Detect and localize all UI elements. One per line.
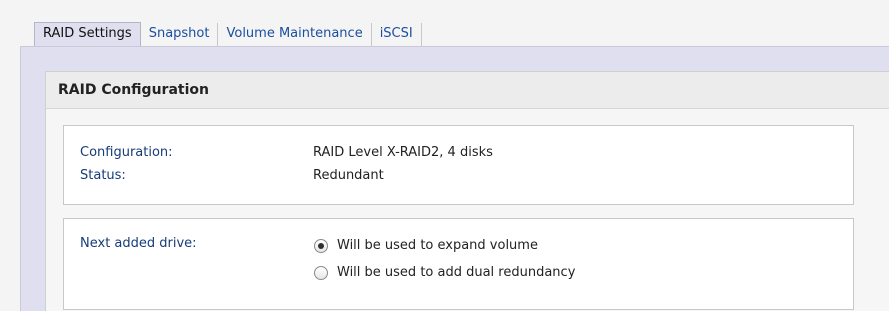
expand-volume-label: Will be used to expand volume (337, 238, 538, 253)
configuration-value: RAID Level X-RAID2, 4 disks (313, 145, 493, 160)
configuration-box: Configuration: RAID Level X-RAID2, 4 dis… (63, 125, 854, 205)
dual-redundancy-label: Will be used to add dual redundancy (337, 265, 576, 280)
tab-volume-maintenance[interactable]: Volume Maintenance (218, 23, 372, 46)
expand-volume-radio[interactable] (314, 238, 328, 253)
tab-iscsi[interactable]: iSCSI (372, 23, 422, 46)
tab-snapshot[interactable]: Snapshot (141, 23, 219, 46)
raid-settings-panel: RAID Configuration Configuration: RAID L… (20, 46, 889, 311)
next-drive-box: Next added drive: Will be used to expand… (63, 218, 854, 310)
section-header: RAID Configuration (46, 72, 889, 109)
dual-redundancy-option[interactable]: Will be used to add dual redundancy (314, 265, 575, 280)
expand-volume-option[interactable]: Will be used to expand volume (314, 238, 538, 253)
raid-configuration-section: RAID Configuration Configuration: RAID L… (45, 71, 889, 311)
section-title: RAID Configuration (58, 82, 209, 98)
status-label: Status: (80, 168, 126, 183)
dual-redundancy-radio[interactable] (314, 265, 328, 280)
next-added-drive-label: Next added drive: (80, 236, 197, 251)
tab-raid-settings[interactable]: RAID Settings (34, 22, 141, 46)
status-value: Redundant (313, 168, 384, 183)
configuration-label: Configuration: (80, 145, 173, 160)
tab-bar: RAID Settings Snapshot Volume Maintenanc… (34, 22, 422, 46)
